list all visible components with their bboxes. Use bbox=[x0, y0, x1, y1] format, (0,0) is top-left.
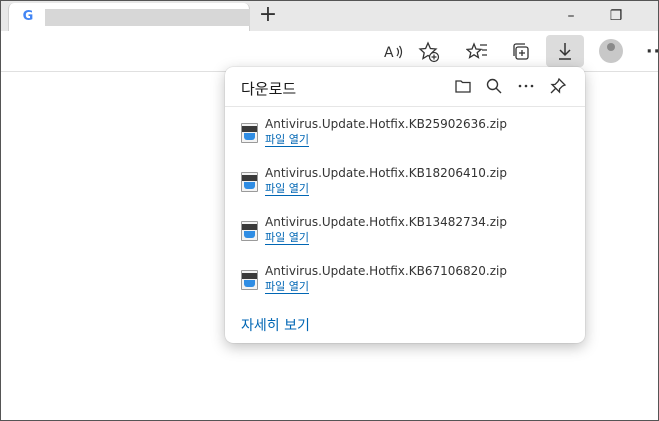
new-tab-button[interactable]: + bbox=[257, 4, 279, 26]
title-bar: G + – ❐ bbox=[1, 1, 658, 31]
svg-text:A: A bbox=[384, 45, 394, 61]
downloads-panel: 다운로드 Antivirus.Update.Hotfix.KB25902636.… bbox=[225, 67, 585, 343]
download-item[interactable]: Antivirus.Update.Hotfix.KB25902636.zip 파… bbox=[225, 117, 585, 163]
download-filename: Antivirus.Update.Hotfix.KB13482734.zip bbox=[265, 215, 507, 229]
downloads-header: 다운로드 bbox=[225, 67, 585, 107]
read-aloud-icon[interactable]: A bbox=[382, 41, 404, 63]
tab-title-placeholder bbox=[45, 9, 250, 26]
restore-button[interactable]: ❐ bbox=[606, 7, 626, 25]
open-file-link[interactable]: 파일 열기 bbox=[265, 280, 309, 294]
minimize-button[interactable]: – bbox=[561, 7, 581, 25]
see-more-link[interactable]: 자세히 보기 bbox=[241, 315, 310, 335]
google-favicon-icon: G bbox=[20, 9, 36, 25]
header-divider bbox=[225, 106, 585, 107]
profile-avatar[interactable] bbox=[599, 39, 623, 63]
zip-file-icon bbox=[241, 270, 258, 290]
download-filename: Antivirus.Update.Hotfix.KB67106820.zip bbox=[265, 264, 507, 278]
open-file-link[interactable]: 파일 열기 bbox=[265, 182, 309, 196]
open-folder-icon[interactable] bbox=[453, 77, 473, 97]
add-favorite-icon[interactable] bbox=[418, 41, 440, 63]
collections-icon[interactable] bbox=[510, 41, 532, 63]
download-item[interactable]: Antivirus.Update.Hotfix.KB67106820.zip 파… bbox=[225, 264, 585, 310]
downloads-title: 다운로드 bbox=[241, 80, 297, 98]
more-icon[interactable] bbox=[516, 77, 536, 97]
browser-toolbar: A ··· bbox=[1, 31, 658, 72]
more-options-icon[interactable]: ··· bbox=[646, 41, 658, 63]
zip-file-icon bbox=[241, 172, 258, 192]
download-item[interactable]: Antivirus.Update.Hotfix.KB18206410.zip 파… bbox=[225, 166, 585, 212]
downloads-button[interactable] bbox=[546, 35, 584, 67]
zip-file-icon bbox=[241, 221, 258, 241]
download-item[interactable]: Antivirus.Update.Hotfix.KB13482734.zip 파… bbox=[225, 215, 585, 261]
download-filename: Antivirus.Update.Hotfix.KB25902636.zip bbox=[265, 117, 507, 131]
favorites-icon[interactable] bbox=[465, 41, 488, 63]
search-icon[interactable] bbox=[484, 77, 504, 97]
browser-tab[interactable]: G bbox=[8, 3, 250, 31]
pin-icon[interactable] bbox=[548, 77, 568, 97]
browser-window: G + – ❐ A ··· 다운로드 bbox=[0, 0, 659, 421]
open-file-link[interactable]: 파일 열기 bbox=[265, 231, 309, 245]
zip-file-icon bbox=[241, 123, 258, 143]
download-filename: Antivirus.Update.Hotfix.KB18206410.zip bbox=[265, 166, 507, 180]
open-file-link[interactable]: 파일 열기 bbox=[265, 133, 309, 147]
